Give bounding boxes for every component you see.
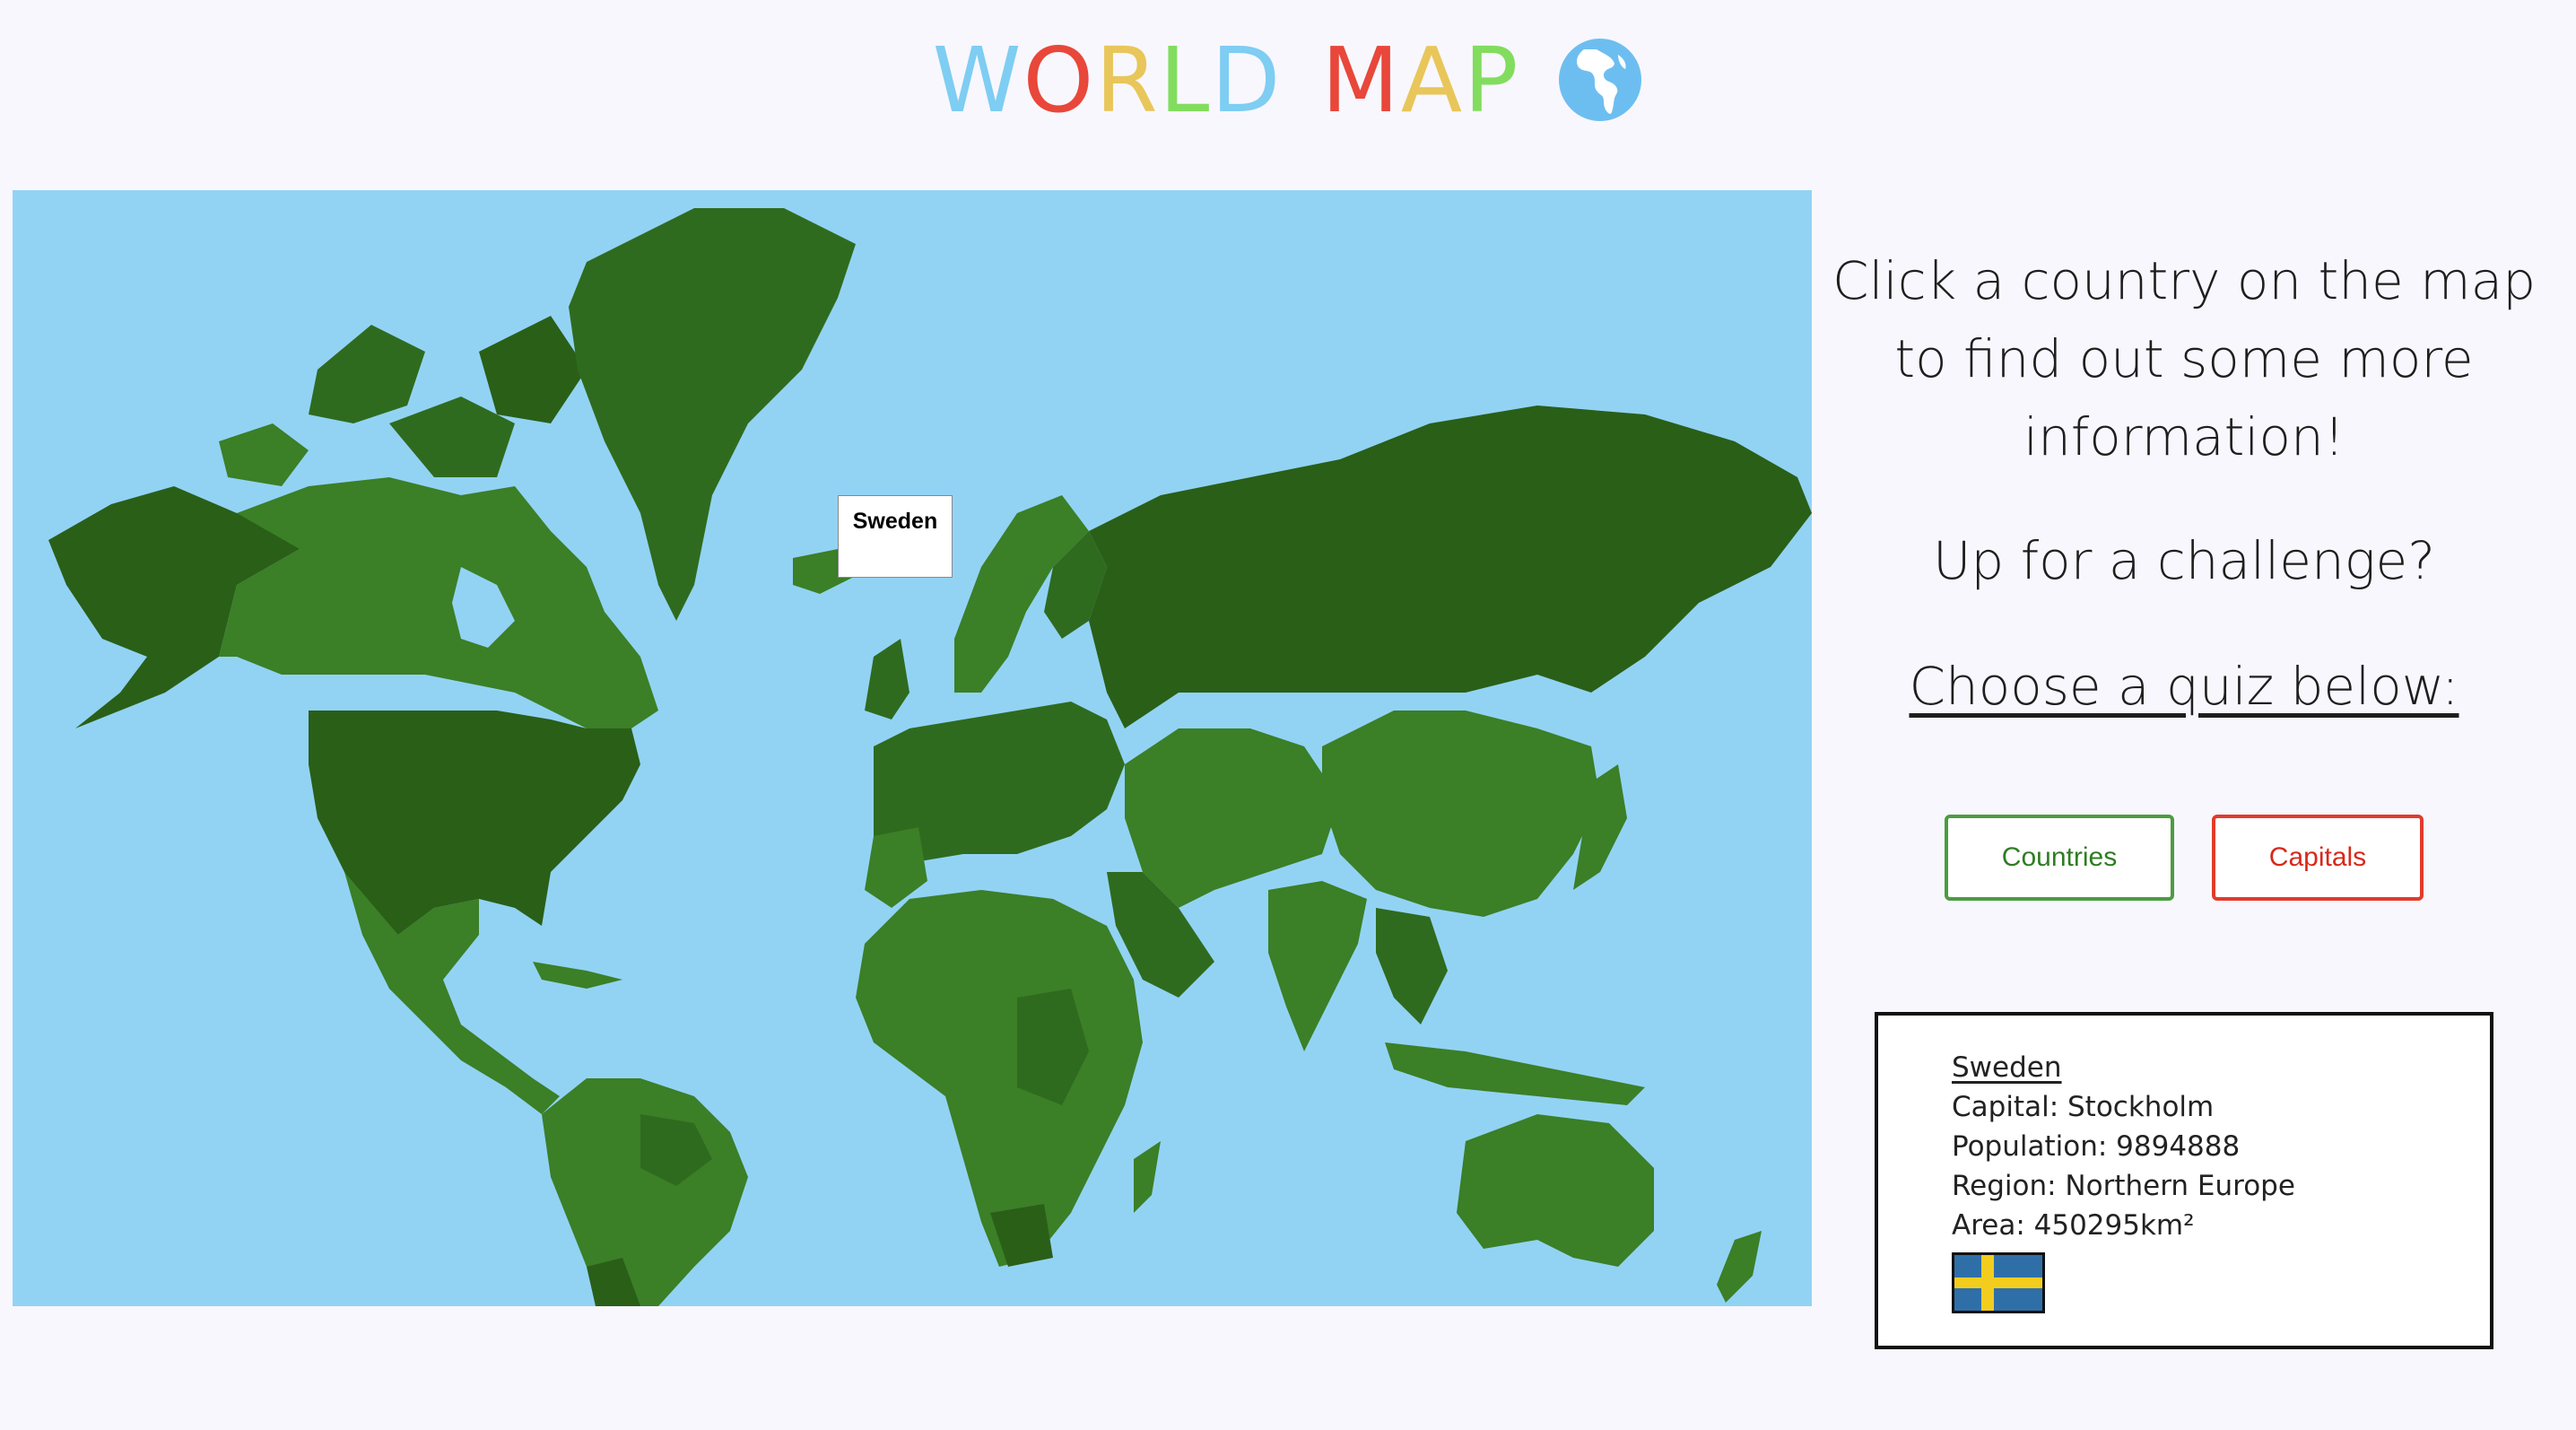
- instruction-text: Click a country on the map to find out s…: [1832, 250, 2537, 467]
- title-letter: P: [1464, 27, 1520, 133]
- country-shape[interactable]: [1385, 1042, 1645, 1105]
- country-tooltip: Sweden: [838, 495, 953, 578]
- choose-quiz-heading: Choose a quiz below:: [1909, 656, 2459, 717]
- country-shape[interactable]: [479, 316, 587, 423]
- capitals-quiz-button[interactable]: Capitals: [2212, 815, 2424, 901]
- sweden-flag-icon: [1952, 1252, 2045, 1313]
- country-shape[interactable]: [309, 325, 425, 423]
- country-shape[interactable]: [1268, 881, 1367, 1051]
- country-shape[interactable]: [1322, 711, 1600, 917]
- country-shape[interactable]: [533, 962, 622, 989]
- country-shape[interactable]: [1717, 1231, 1762, 1303]
- country-shape[interactable]: [865, 827, 927, 908]
- title-letter: L: [1159, 27, 1212, 133]
- country-shape[interactable]: [1125, 728, 1340, 908]
- globe-americas-icon: [1557, 37, 1643, 123]
- quiz-buttons: Countries Capitals: [1945, 815, 2429, 904]
- country-name: Sweden: [1952, 1051, 2062, 1084]
- title-letter: M: [1321, 27, 1401, 133]
- title-word-map: M A P: [1321, 28, 1519, 133]
- country-shape[interactable]: [219, 477, 658, 728]
- country-area: Area: 450295km²: [1952, 1209, 2195, 1242]
- country-shape[interactable]: [1457, 1114, 1654, 1267]
- country-info-panel: Sweden Capital: Stockholm Population: 98…: [1875, 1012, 2493, 1349]
- title-word-world: W O R L D: [933, 28, 1283, 133]
- sidebar: Click a country on the map to find out s…: [1803, 242, 2565, 717]
- page-title: W O R L D M A P: [0, 22, 2576, 138]
- country-shape[interactable]: [542, 1078, 748, 1306]
- country-shape[interactable]: [1376, 908, 1448, 1025]
- country-population: Population: 9894888: [1952, 1130, 2241, 1163]
- title-letter: D: [1211, 27, 1283, 133]
- country-capital: Capital: Stockholm: [1952, 1091, 2215, 1123]
- country-shape[interactable]: [865, 639, 909, 719]
- title-letter: A: [1400, 27, 1465, 133]
- country-shape[interactable]: [1134, 1141, 1161, 1213]
- countries-quiz-button[interactable]: Countries: [1945, 815, 2174, 901]
- country-shape[interactable]: [856, 890, 1143, 1267]
- challenge-text: Up for a challenge?: [1932, 530, 2435, 591]
- world-map[interactable]: Sweden: [13, 190, 1812, 1306]
- title-letter: W: [932, 27, 1023, 133]
- country-shape[interactable]: [219, 423, 309, 486]
- title-letter: R: [1095, 27, 1160, 133]
- title-letter: O: [1023, 27, 1096, 133]
- country-shape[interactable]: [1089, 405, 1812, 728]
- country-region: Region: Northern Europe: [1952, 1170, 2295, 1202]
